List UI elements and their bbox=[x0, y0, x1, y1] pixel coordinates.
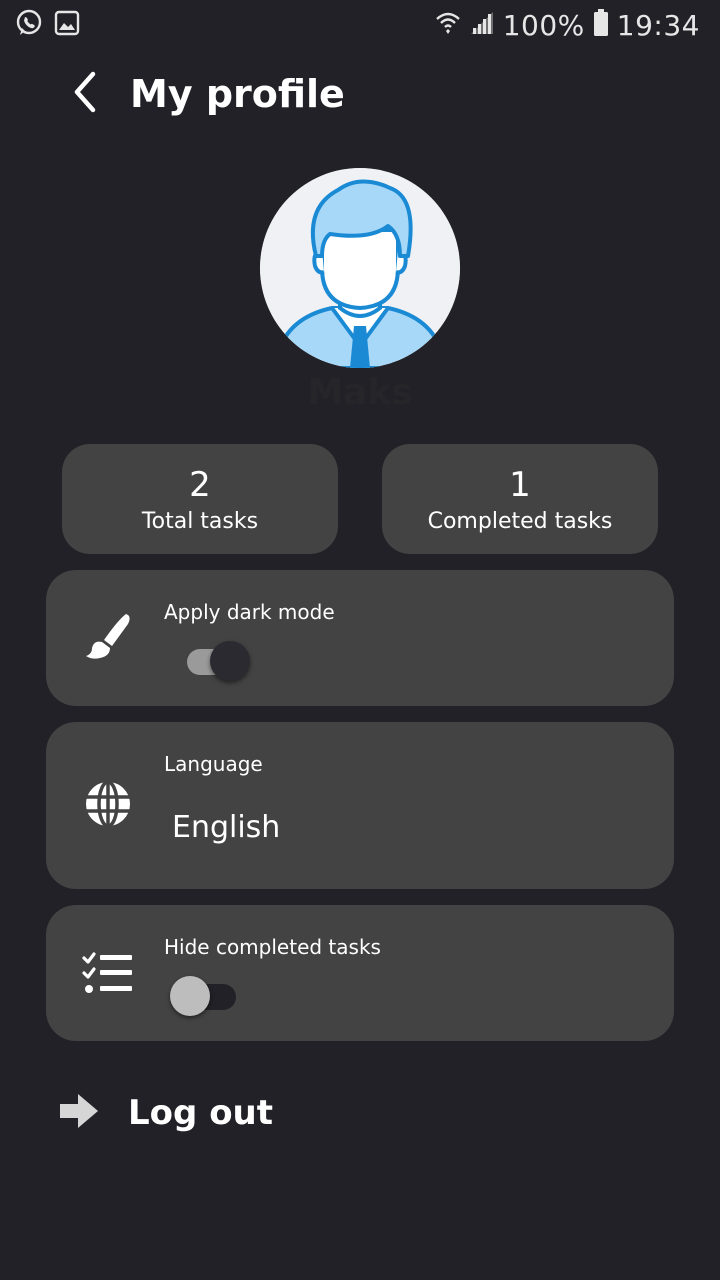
header: My profile bbox=[60, 62, 345, 126]
page-title: My profile bbox=[130, 72, 345, 116]
battery-percent: 100% bbox=[502, 8, 585, 42]
user-avatar-icon bbox=[260, 168, 460, 368]
toggle-thumb bbox=[210, 641, 250, 681]
dark-mode-label: Apply dark mode bbox=[164, 600, 335, 624]
logout-button[interactable]: Log out bbox=[58, 1088, 273, 1138]
checklist-icon bbox=[82, 947, 134, 999]
back-button[interactable] bbox=[60, 64, 108, 124]
paintbrush-icon bbox=[82, 610, 134, 662]
setting-language: Language English bbox=[46, 722, 674, 889]
hide-completed-toggle[interactable] bbox=[170, 975, 240, 1016]
avatar[interactable] bbox=[260, 168, 460, 368]
stat-value: 2 bbox=[189, 464, 211, 505]
status-left bbox=[14, 8, 80, 43]
battery-icon bbox=[593, 8, 609, 42]
user-name: Maks bbox=[307, 372, 413, 413]
clock: 19:34 bbox=[616, 8, 700, 42]
image-icon bbox=[54, 10, 80, 41]
stat-label: Completed tasks bbox=[427, 508, 613, 534]
stat-label: Total tasks bbox=[141, 508, 259, 534]
logout-label: Log out bbox=[128, 1093, 274, 1133]
toggle-thumb bbox=[170, 976, 210, 1016]
setting-hide-completed: Hide completed tasks bbox=[46, 905, 674, 1041]
stat-completed-tasks: 1 Completed tasks bbox=[382, 444, 658, 554]
stat-total-tasks: 2 Total tasks bbox=[62, 444, 338, 554]
status-right: 100% 19:34 bbox=[435, 8, 700, 42]
dark-mode-toggle[interactable] bbox=[184, 640, 254, 681]
setting-dark-mode: Apply dark mode bbox=[46, 570, 674, 706]
status-bar: 100% 19:34 bbox=[0, 0, 720, 50]
language-label: Language bbox=[164, 752, 263, 776]
hide-completed-label: Hide completed tasks bbox=[164, 935, 381, 959]
arrow-right-icon bbox=[58, 1091, 100, 1136]
stat-value: 1 bbox=[509, 464, 531, 505]
signal-icon bbox=[469, 10, 495, 41]
language-select[interactable]: English bbox=[172, 810, 280, 845]
chevron-left-icon bbox=[69, 70, 99, 119]
wifi-icon bbox=[435, 10, 461, 41]
whatsapp-icon bbox=[14, 8, 44, 43]
globe-icon bbox=[82, 778, 134, 830]
